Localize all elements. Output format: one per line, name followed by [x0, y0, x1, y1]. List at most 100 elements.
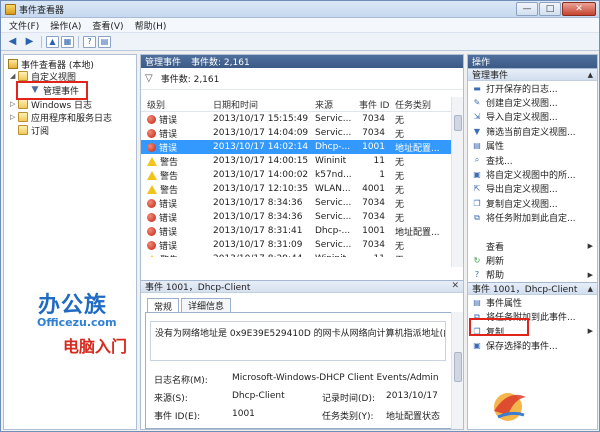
action-help[interactable]: ? 帮助 ▶ — [468, 268, 597, 282]
folder-icon — [18, 71, 28, 81]
action-save-selected-events[interactable]: ▣ 保存选择的事件... — [468, 338, 597, 352]
action-create-custom-view[interactable]: ✎ 创建自定义视图... — [468, 95, 597, 109]
menu-help[interactable]: 帮助(H) — [135, 19, 167, 32]
expand-icon[interactable]: ▷ — [10, 113, 18, 121]
col-level[interactable]: 级别 — [141, 98, 207, 111]
action-attach-task-to-view[interactable]: ⧉ 将任务附加到此自定... — [468, 211, 597, 225]
action-label: 保存选择的事件... — [486, 341, 558, 352]
collapse-arrow-icon[interactable]: ▲ — [588, 71, 593, 79]
table-row[interactable]: 警告 2013/10/17 14:00:15 Wininit 11 无 — [141, 154, 451, 168]
level-text: 警告 — [160, 171, 179, 182]
logged-value: 2013/10/17 — [386, 391, 438, 401]
cell-event-id: 1001 — [362, 142, 385, 152]
save-icon: ▣ — [473, 340, 481, 350]
up-level-icon[interactable]: ▲ — [46, 35, 59, 48]
table-row[interactable]: 错误 2013/10/17 8:34:36 Servic... 7034 无 — [141, 210, 451, 224]
menu-file[interactable]: 文件(F) — [9, 19, 39, 32]
scrollbar-thumb[interactable] — [454, 352, 462, 382]
maximize-button[interactable]: □ — [539, 2, 561, 16]
properties-icon[interactable]: ▤ — [98, 35, 111, 48]
action-save-all-events[interactable]: ▣ 将自定义视图中的所... — [468, 167, 597, 181]
event-list-count: 事件数: 2,161 — [191, 58, 250, 68]
forward-arrow-icon[interactable]: ▶ — [22, 35, 37, 49]
cell-datetime: 2013/10/17 14:02:14 — [213, 142, 309, 152]
export-icon: ⇱ — [473, 184, 481, 194]
detail-scrollbar[interactable] — [451, 312, 463, 429]
action-view[interactable]: 查看 ▶ — [468, 239, 597, 253]
table-row[interactable]: 警告 2013/10/17 14:00:02 k57nd... 1 无 — [141, 168, 451, 182]
cell-event-id: 1001 — [362, 226, 385, 236]
help-icon[interactable]: ? — [83, 35, 96, 48]
cell-level: 错误 — [141, 225, 207, 238]
close-button[interactable]: ✕ — [562, 2, 596, 16]
cell-event-id: 7034 — [362, 212, 385, 222]
back-arrow-icon[interactable]: ◀ — [5, 35, 20, 49]
event-message-box[interactable]: 没有为网络地址是 0x9E39E529410D 的网卡从网络向计算机指派地址(由… — [150, 321, 446, 361]
table-row[interactable]: 错误 2013/10/17 15:15:49 Servic... 7034 无 — [141, 112, 451, 126]
cell-task-category: 无 — [395, 115, 405, 126]
action-properties[interactable]: ▤ 属性 — [468, 139, 597, 153]
tree-subscriptions[interactable]: 订阅 — [18, 124, 49, 137]
tab-details[interactable]: 详细信息 — [181, 298, 232, 312]
actions-section-admin-events[interactable]: 管理事件 ▲ — [468, 68, 597, 81]
cell-source: WLAN... — [315, 184, 351, 194]
col-source[interactable]: 来源 — [309, 98, 353, 111]
action-refresh[interactable]: ↻ 刷新 — [468, 253, 597, 267]
scrollbar-thumb[interactable] — [454, 115, 462, 131]
error-icon — [147, 128, 156, 138]
tab-general[interactable]: 常规 — [147, 298, 180, 313]
menu-bar: 文件(F) 操作(A) 查看(V) 帮助(H) — [1, 18, 599, 33]
table-row[interactable]: 错误 2013/10/17 14:04:09 Servic... 7034 无 — [141, 126, 451, 140]
menu-view[interactable]: 查看(V) — [92, 19, 123, 32]
table-row[interactable]: 错误 2013/10/17 14:02:14 Dhcp-... 1001 地址配置... — [141, 140, 451, 154]
expand-icon[interactable]: ▷ — [10, 100, 18, 108]
table-row[interactable]: 错误 2013/10/17 8:31:41 Dhcp-... 1001 地址配置... — [141, 224, 451, 238]
table-row[interactable]: 警告 2013/10/17 8:29:44Wininit11无 — [141, 252, 451, 257]
col-task-category[interactable]: 任务类别 — [389, 98, 451, 111]
refresh-icon: ↻ — [473, 255, 481, 265]
tree-root[interactable]: 事件查看器 (本地) — [8, 58, 94, 71]
action-label: 查找... — [486, 156, 513, 167]
col-datetime[interactable]: 日期和时间 — [207, 98, 309, 111]
action-label: 将自定义视图中的所... — [486, 171, 576, 182]
actions-section-event[interactable]: 事件 1001，Dhcp-Client ▲ — [468, 282, 597, 296]
cell-source: Servic... — [315, 212, 352, 222]
action-find[interactable]: ⌕ 查找... — [468, 153, 597, 167]
action-import-custom-view[interactable]: ⇲ 导入自定义视图... — [468, 110, 597, 124]
cell-source: Wininit — [315, 156, 347, 166]
find-icon: ⌕ — [474, 155, 480, 165]
log-name-value: Microsoft-Windows-DHCP Client Events/Adm… — [232, 373, 439, 383]
source-label: 来源(S): — [154, 394, 188, 404]
error-icon — [147, 114, 156, 124]
import-icon: ⇲ — [473, 112, 481, 122]
tree-app-logs-label: 应用程序和服务日志 — [31, 113, 113, 124]
minimize-button[interactable]: — — [516, 2, 538, 16]
table-row[interactable]: 错误 2013/10/17 8:34:36 Servic... 7034 无 — [141, 196, 451, 210]
event-list-pane: 管理事件 事件数: 2,161 ▽ 事件数: 2,161 级别 日期和时间 来源… — [140, 54, 464, 430]
task-category-value: 地址配置状态 — [386, 412, 441, 422]
event-id-label: 事件 ID(E): — [154, 412, 201, 422]
cell-level: 错误 — [141, 197, 207, 210]
table-row[interactable]: 警告 2013/10/17 12:10:35 WLAN... 4001 无 — [141, 182, 451, 196]
blank-icon — [472, 241, 482, 251]
col-event-id[interactable]: 事件 ID — [353, 98, 389, 111]
event-list-scrollbar[interactable] — [451, 97, 463, 267]
properties-icon: ▤ — [473, 141, 481, 151]
show-hide-tree-icon[interactable]: ▦ — [61, 35, 74, 48]
tree-app-service-logs[interactable]: ▷ 应用程序和服务日志 — [10, 111, 113, 124]
cell-source: Dhcp-... — [315, 226, 351, 236]
close-detail-icon[interactable]: ✕ — [451, 281, 459, 291]
action-label: 打开保存的日志... — [486, 84, 558, 95]
error-icon — [147, 240, 156, 250]
collapse-arrow-icon[interactable]: ▲ — [588, 285, 593, 293]
error-icon — [147, 142, 156, 152]
action-event-properties[interactable]: ▤ 事件属性 — [468, 295, 597, 309]
action-filter-current-view[interactable]: ▼ 筛选当前自定义视图... — [468, 124, 597, 138]
action-copy-custom-view[interactable]: ❐ 复制自定义视图... — [468, 196, 597, 210]
menu-action[interactable]: 操作(A) — [50, 19, 81, 32]
collapse-icon[interactable]: ◢ — [10, 72, 18, 80]
table-row[interactable]: 错误 2013/10/17 8:31:09 Servic... 7034 无 — [141, 238, 451, 252]
cell-level: 警告 — [141, 155, 207, 168]
action-export-custom-view[interactable]: ⇱ 导出自定义视图... — [468, 182, 597, 196]
action-open-saved-log[interactable]: ▬ 打开保存的日志... — [468, 81, 597, 95]
